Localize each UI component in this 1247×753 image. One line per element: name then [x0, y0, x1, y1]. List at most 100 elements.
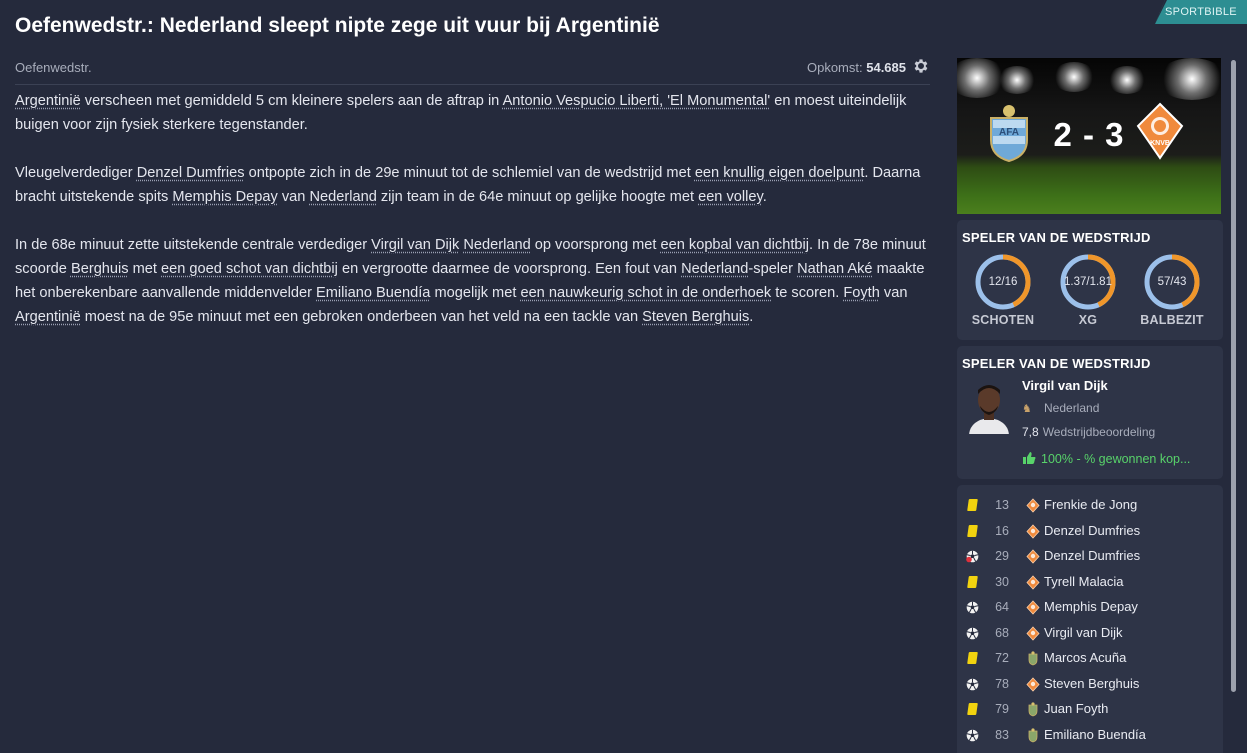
scoreboard[interactable]: AFA 2 - 3 KNVB: [957, 58, 1221, 214]
page-title: Oefenwedstr.: Nederland sleept nipte zeg…: [15, 14, 660, 37]
report-paragraph-2: Vleugelverdediger Denzel Dumfries ontpop…: [15, 161, 935, 209]
country-name: Nederland: [1044, 401, 1100, 415]
player-link[interactable]: Memphis Depay: [172, 189, 277, 205]
match-events-list: 13 Frenkie de Jong 16 Denzel Dumfries 29 Denz…: [957, 485, 1223, 753]
knvb-flag-icon: [1026, 498, 1040, 513]
gear-icon[interactable]: [912, 57, 930, 75]
report-text: -speler: [748, 261, 798, 277]
attendance-value: 54.685: [866, 60, 906, 75]
match-stats-card: SPELER VAN DE WEDSTRIJD 12/16 SCHOTEN 1.…: [957, 220, 1223, 340]
report-text: Vleugelverdediger: [15, 165, 137, 181]
player-link[interactable]: Emiliano Buendía: [316, 285, 430, 301]
event-player[interactable]: Tyrell Malacia: [1044, 574, 1123, 589]
knvb-flag-icon: [1026, 676, 1040, 692]
yellow-card-icon: [966, 575, 978, 589]
team-link-argentina[interactable]: Argentinië: [15, 93, 81, 109]
rating-value: 7,8: [1022, 425, 1039, 439]
player-of-match-card[interactable]: SPELER VAN DE WEDSTRIJD Virgil van Dijk …: [957, 346, 1223, 479]
afa-flag-icon: [1026, 651, 1040, 666]
highlight-link[interactable]: een goed schot van dichtbij: [161, 261, 338, 277]
stat-value: 1.37/1.81: [1064, 276, 1112, 288]
yellow-card-icon: [966, 703, 978, 716]
player-link[interactable]: Berghuis: [71, 261, 129, 277]
event-player[interactable]: Juan Foyth: [1044, 701, 1108, 716]
event-player[interactable]: Emiliano Buendía: [1044, 727, 1146, 742]
event-minute: 13: [995, 498, 1009, 512]
event-row[interactable]: 72 Marcos Acuña: [957, 646, 1223, 671]
report-text: op voorsprong met: [530, 237, 661, 253]
stat-xg: 1.37/1.81 XG: [1048, 253, 1128, 327]
event-row[interactable]: 68 Virgil van Dijk: [957, 621, 1223, 646]
report-text: verscheen met gemiddeld 5 cm kleinere sp…: [80, 93, 503, 109]
report-text: met: [128, 261, 162, 277]
player-link[interactable]: Virgil van Dijk: [371, 237, 459, 253]
team-link-netherlands[interactable]: Nederland: [463, 237, 530, 253]
event-row[interactable]: 29 Denzel Dumfries: [957, 544, 1223, 569]
player-link[interactable]: Denzel Dumfries: [137, 165, 245, 181]
stadium-light: [1157, 58, 1221, 100]
event-row[interactable]: 64 Memphis Depay: [957, 595, 1223, 620]
event-row[interactable]: 13 Frenkie de Jong: [957, 493, 1223, 518]
event-minute: 16: [995, 523, 1009, 538]
player-link[interactable]: Foyth: [843, 285, 880, 301]
football-icon: [966, 601, 979, 614]
event-row[interactable]: 16 Denzel Dumfries: [957, 519, 1223, 544]
stadium-light: [1052, 62, 1096, 92]
highlight-link[interactable]: een kopbal van dichtbij: [661, 237, 809, 253]
knvb-flag-icon: [1026, 600, 1040, 615]
event-player[interactable]: Memphis Depay: [1044, 599, 1138, 614]
event-row[interactable]: 83 Emiliano Buendía: [957, 723, 1223, 748]
report-text: mogelijk met: [430, 285, 521, 301]
report-text: van: [277, 189, 310, 205]
report-text: .: [749, 309, 754, 325]
event-row[interactable]: 30 Tyrell Malacia: [957, 570, 1223, 595]
lion-icon: ♞: [1022, 403, 1032, 415]
team-link-netherlands[interactable]: Nederland: [681, 261, 748, 277]
stat-ring: 57/43: [1143, 253, 1201, 311]
event-player[interactable]: Steven Berghuis: [1044, 676, 1139, 691]
highlight-link[interactable]: een knullig eigen doelpunt: [695, 165, 865, 181]
highlight-link[interactable]: een nauwkeurig schot in de onderhoek: [520, 285, 771, 301]
player-photo: [967, 378, 1011, 434]
player-link[interactable]: Nathan Aké: [797, 261, 872, 277]
event-row[interactable]: 78 Steven Berghuis: [957, 672, 1223, 697]
event-minute: 78: [995, 676, 1009, 691]
football-icon: [966, 729, 979, 742]
scrollbar[interactable]: [1231, 60, 1236, 692]
stat-ring: 1.37/1.81: [1059, 253, 1117, 311]
stadium-link[interactable]: Antonio Vespucio Liberti, 'El Monumental…: [503, 93, 771, 109]
event-row[interactable]: 79 Juan Foyth: [957, 697, 1223, 722]
yellow-card-icon: [966, 499, 978, 512]
attendance: Opkomst: 54.685: [807, 60, 906, 75]
source-tag[interactable]: SPORTBIBLE: [1155, 0, 1247, 24]
report-text: zijn team in de 64e minuut op gelijke ho…: [376, 189, 699, 205]
football-icon: [966, 678, 979, 691]
knvb-crest-icon: KNVB: [1136, 102, 1184, 160]
event-minute: 83: [995, 727, 1009, 742]
highlight-link[interactable]: een volley: [698, 189, 763, 205]
event-player[interactable]: Virgil van Dijk: [1044, 625, 1123, 640]
team-link-argentina[interactable]: Argentinië: [15, 309, 81, 325]
player-link[interactable]: Steven Berghuis: [642, 309, 749, 325]
report-paragraph-3: In de 68e minuut zette uitstekende centr…: [15, 233, 935, 329]
rating-label: Wedstrijdbeoordeling: [1042, 425, 1156, 439]
knvb-flag-icon: [1026, 549, 1040, 564]
potm-country: ♞ Nederland: [1022, 401, 1099, 415]
sub-header: Oefenwedstr. Opkomst: 54.685: [15, 56, 930, 85]
attendance-label: Opkomst:: [806, 60, 863, 75]
event-player[interactable]: Marcos Acuña: [1044, 650, 1126, 665]
knvb-flag-icon: [1026, 523, 1040, 539]
potm-player-name[interactable]: Virgil van Dijk: [1022, 378, 1108, 393]
event-player[interactable]: Denzel Dumfries: [1044, 548, 1140, 563]
afa-flag-icon: [1026, 702, 1040, 717]
report-text: van: [879, 285, 908, 301]
team-link-netherlands[interactable]: Nederland: [309, 189, 376, 205]
event-player[interactable]: Frenkie de Jong: [1044, 497, 1137, 512]
report-text: te scoren.: [771, 285, 844, 301]
competition-label[interactable]: Oefenwedstr.: [15, 60, 92, 75]
stat-shots: 12/16 SCHOTEN: [963, 253, 1043, 327]
thumbs-up-icon: [1023, 452, 1036, 464]
stadium-light: [1107, 66, 1147, 94]
event-player[interactable]: Denzel Dumfries: [1044, 523, 1140, 538]
report-text: .: [762, 189, 767, 205]
